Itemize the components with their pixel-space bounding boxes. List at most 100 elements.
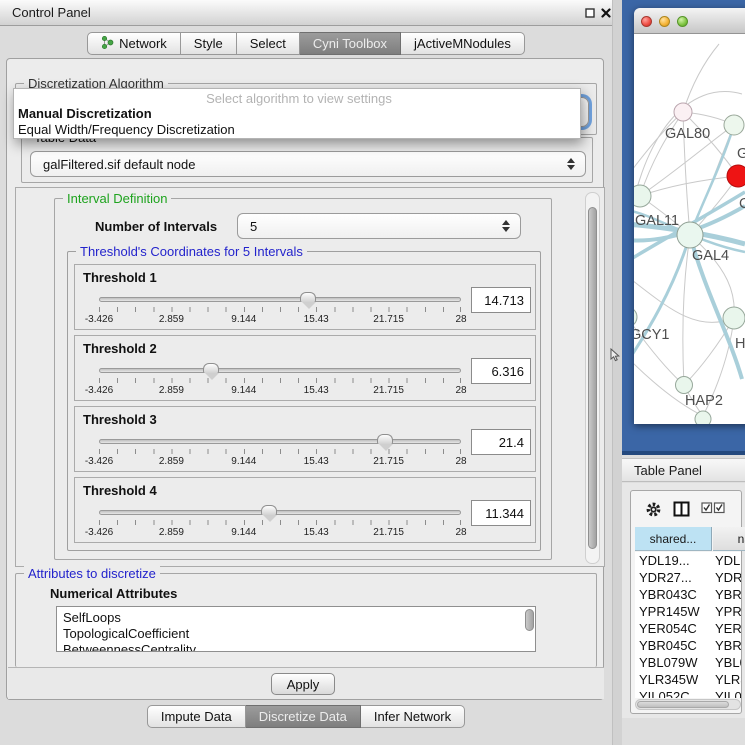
table-cell[interactable]: YDL19... bbox=[639, 552, 690, 569]
list-scrollbar-thumb[interactable] bbox=[525, 609, 534, 631]
table-cell[interactable]: YPR145W bbox=[639, 603, 700, 620]
column-header-shared-name[interactable]: shared... bbox=[635, 527, 712, 551]
table-cell[interactable]: YDR27... bbox=[639, 569, 692, 586]
table-horizontal-scrollbar[interactable] bbox=[635, 699, 741, 710]
table-cell[interactable]: YBL07 bbox=[715, 654, 741, 671]
slider-ticks bbox=[99, 520, 461, 525]
table-cell[interactable]: YDR27 bbox=[715, 569, 741, 586]
table-cell[interactable]: YBR045C bbox=[639, 637, 697, 654]
tab-infer-network[interactable]: Infer Network bbox=[361, 705, 465, 728]
node-selected-red[interactable] bbox=[727, 165, 745, 187]
float-window-icon[interactable] bbox=[584, 7, 596, 19]
network-canvas[interactable]: GAL80 G. C GAL11 GAL4 GCY1 H HAP2 bbox=[634, 34, 745, 424]
slider-track[interactable] bbox=[99, 439, 461, 444]
interval-definition-group: Interval Definition Number of Intervals … bbox=[54, 198, 552, 560]
slider-ticks bbox=[99, 378, 461, 383]
tab-label: Discretize Data bbox=[259, 709, 347, 724]
popup-item-equal-width-frequency[interactable]: Equal Width/Frequency Discretization bbox=[14, 122, 580, 137]
table-cell[interactable]: YBR04 bbox=[715, 637, 741, 654]
close-icon[interactable] bbox=[600, 7, 612, 19]
group-label: Threshold's Coordinates for 5 Intervals bbox=[76, 244, 307, 259]
slider-thumb[interactable] bbox=[300, 292, 316, 302]
slider-track[interactable] bbox=[99, 368, 461, 373]
close-traffic-light-icon[interactable] bbox=[641, 16, 652, 27]
node-gal11[interactable] bbox=[634, 185, 651, 207]
slider-track[interactable] bbox=[99, 297, 461, 302]
tab-impute-data[interactable]: Impute Data bbox=[147, 705, 246, 728]
panel-divider[interactable] bbox=[612, 0, 622, 745]
slider-thumb[interactable] bbox=[203, 363, 219, 373]
table-cell[interactable]: YLR345W bbox=[639, 671, 698, 688]
threshold-3-slider[interactable]: -3.426 2.859 9.144 15.43 21.715 28 bbox=[99, 435, 461, 469]
cyni-toolbox-panel: Discretization Algorithm Select algorith… bbox=[6, 58, 604, 700]
table-cell[interactable]: YLR34 bbox=[715, 671, 741, 688]
tab-network[interactable]: Network bbox=[87, 32, 181, 55]
threshold-4-slider[interactable]: -3.426 2.859 9.144 15.43 21.715 28 bbox=[99, 506, 461, 540]
threshold-1-slider[interactable]: -3.426 2.859 9.144 15.43 21.715 28 bbox=[99, 293, 461, 327]
network-graph-icon bbox=[101, 35, 114, 53]
control-panel-titlebar: Control Panel bbox=[0, 0, 612, 26]
network-window-titlebar[interactable] bbox=[634, 8, 745, 34]
tab-label: jActiveMNodules bbox=[414, 36, 511, 51]
node-hap2[interactable] bbox=[676, 377, 693, 394]
table-panel-title: Table Panel bbox=[634, 463, 702, 478]
threshold-2-slider[interactable]: -3.426 2.859 9.144 15.43 21.715 28 bbox=[99, 364, 461, 398]
network-graph: GAL80 G. C GAL11 GAL4 GCY1 H HAP2 bbox=[634, 34, 745, 424]
scrollbar-thumb[interactable] bbox=[637, 701, 729, 708]
table-cell[interactable]: YDL19 bbox=[715, 552, 741, 569]
node-gal4[interactable] bbox=[677, 222, 703, 248]
table-cell[interactable]: YBR04 bbox=[715, 586, 741, 603]
node-gal80[interactable] bbox=[674, 103, 692, 121]
top-tabstrip: Network Style Select Cyni Toolbox jActiv… bbox=[0, 32, 612, 55]
zoom-traffic-light-icon[interactable] bbox=[677, 16, 688, 27]
settings-vertical-scrollbar[interactable] bbox=[585, 192, 600, 564]
threshold-3-value-field[interactable] bbox=[471, 429, 531, 455]
list-item[interactable]: SelfLoops bbox=[57, 607, 535, 626]
node-g[interactable] bbox=[724, 115, 744, 135]
list-item[interactable]: TopologicalCoefficient bbox=[57, 626, 535, 642]
threshold-2-value-field[interactable] bbox=[471, 358, 531, 384]
slider-thumb[interactable] bbox=[261, 505, 277, 515]
tab-select[interactable]: Select bbox=[237, 32, 300, 55]
slider-thumb[interactable] bbox=[377, 434, 393, 444]
svg-text:HAP2: HAP2 bbox=[685, 393, 723, 409]
tab-jactivemnodules[interactable]: jActiveMNodules bbox=[401, 32, 525, 55]
svg-text:GAL80: GAL80 bbox=[665, 126, 710, 142]
table-cell[interactable]: YPR14 bbox=[715, 603, 741, 620]
split-columns-icon[interactable] bbox=[673, 501, 690, 522]
popup-prompt-item[interactable]: Select algorithm to view settings bbox=[14, 91, 580, 106]
threshold-4-value-field[interactable] bbox=[471, 500, 531, 526]
minimize-traffic-light-icon[interactable] bbox=[659, 16, 670, 27]
table-cell[interactable]: YBL079W bbox=[639, 654, 698, 671]
threshold-1-value-field[interactable] bbox=[471, 287, 531, 313]
table-cell[interactable]: YER054C bbox=[639, 620, 697, 637]
list-item[interactable]: BetweennessCentrality bbox=[57, 642, 535, 652]
gear-icon[interactable] bbox=[645, 501, 662, 523]
select-all-checkboxes-icon[interactable] bbox=[701, 501, 725, 519]
tab-discretize-data[interactable]: Discretize Data bbox=[246, 705, 361, 728]
table-cell[interactable]: YIL052C bbox=[639, 688, 690, 698]
scrollbar-thumb[interactable] bbox=[588, 207, 597, 549]
tab-cyni-toolbox[interactable]: Cyni Toolbox bbox=[300, 32, 401, 55]
popup-item-manual-discretization[interactable]: Manual Discretization bbox=[14, 106, 580, 121]
slider-tick-labels: -3.426 2.859 9.144 15.43 21.715 28 bbox=[99, 527, 461, 539]
column-header-name[interactable]: na bbox=[713, 527, 745, 551]
table-cell[interactable]: YBR043C bbox=[639, 586, 697, 603]
apply-button[interactable]: Apply bbox=[271, 673, 335, 695]
num-intervals-combobox[interactable]: 5 bbox=[237, 213, 521, 239]
node-bottom[interactable] bbox=[695, 411, 711, 424]
settings-scrollpane: Interval Definition Number of Intervals … bbox=[15, 187, 605, 567]
node-h[interactable] bbox=[723, 307, 745, 329]
table-data-combobox[interactable]: galFiltered.sif default node bbox=[30, 151, 586, 177]
numerical-attributes-list[interactable]: SelfLoops TopologicalCoefficient Between… bbox=[56, 606, 536, 652]
slider-track[interactable] bbox=[99, 510, 461, 515]
tab-label: Network bbox=[119, 36, 167, 51]
node-gcy1[interactable] bbox=[634, 307, 637, 327]
attributes-group: Attributes to discretize Numerical Attri… bbox=[15, 573, 597, 667]
tab-style[interactable]: Style bbox=[181, 32, 237, 55]
table-cell[interactable]: YIL05 bbox=[715, 688, 741, 698]
combo-arrows-icon bbox=[567, 158, 576, 170]
table-rows: YDL19... YDL19 YDR27... YDR27 YBR043C YB… bbox=[635, 552, 741, 698]
table-cell[interactable]: YER05 bbox=[715, 620, 741, 637]
table-panel-titlebar: Table Panel bbox=[622, 458, 745, 482]
